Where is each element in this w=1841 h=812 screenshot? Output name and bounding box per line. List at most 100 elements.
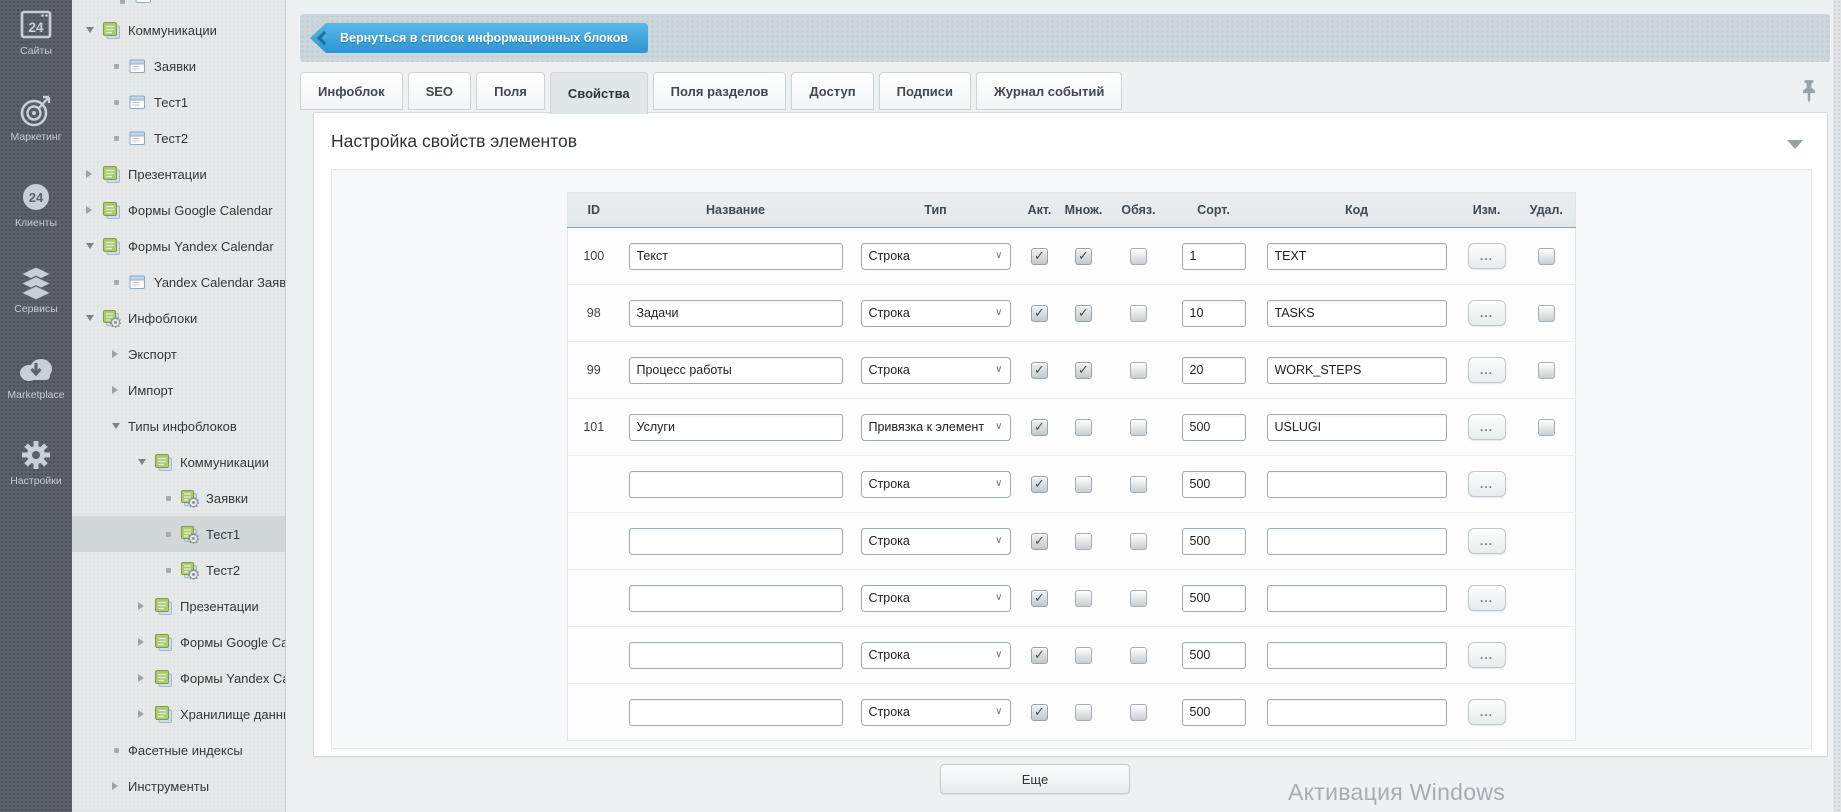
expanded-arrow-icon[interactable] (138, 459, 154, 465)
sort-input[interactable] (1182, 585, 1246, 612)
tree-item-forms-google-calendar[interactable]: Формы Google Calendar (72, 192, 285, 228)
tree-item-zayavki-2[interactable]: Заявки (72, 480, 285, 516)
active-checkbox[interactable]: ✓ (1031, 647, 1048, 664)
collapsed-arrow-icon[interactable] (112, 386, 128, 394)
name-input[interactable] (629, 528, 843, 555)
delete-checkbox[interactable] (1538, 305, 1555, 322)
required-checkbox[interactable] (1130, 248, 1147, 265)
tree-item-test2[interactable]: Тест2 (72, 120, 285, 156)
delete-checkbox[interactable] (1538, 362, 1555, 379)
sort-input[interactable] (1182, 243, 1246, 270)
multiple-checkbox[interactable] (1075, 476, 1092, 493)
edit-button[interactable]: ... (1468, 243, 1506, 269)
expanded-arrow-icon[interactable] (86, 243, 102, 249)
delete-checkbox[interactable] (1538, 419, 1555, 436)
pin-icon[interactable] (1799, 79, 1819, 105)
scrollbar-track[interactable] (1833, 0, 1841, 812)
collapsed-arrow-icon[interactable] (138, 638, 154, 646)
expanded-arrow-icon[interactable] (86, 315, 102, 321)
tree-item-test2-2[interactable]: Тест2 (72, 552, 285, 588)
code-input[interactable] (1267, 642, 1447, 669)
sort-input[interactable] (1182, 414, 1246, 441)
nav-item-settings[interactable]: Настройки (0, 436, 72, 492)
collapsed-arrow-icon[interactable] (86, 170, 102, 178)
name-input[interactable] (629, 585, 843, 612)
name-input[interactable] (629, 357, 843, 384)
type-select[interactable]: Строка∨ (861, 528, 1011, 555)
tree-item-forms-google-2[interactable]: Формы Google Calendar (72, 624, 285, 660)
nav-item-sites[interactable]: 24Сайты (0, 6, 72, 62)
required-checkbox[interactable] (1130, 362, 1147, 379)
sort-input[interactable] (1182, 528, 1246, 555)
type-select[interactable]: Строка∨ (861, 471, 1011, 498)
collapsed-arrow-icon[interactable] (138, 710, 154, 718)
active-checkbox[interactable]: ✓ (1031, 305, 1048, 322)
tree-item-data-storage[interactable]: Хранилище данных (72, 696, 285, 732)
type-select[interactable]: Строка∨ (861, 300, 1011, 327)
code-input[interactable] (1267, 243, 1447, 270)
tree-item-communications[interactable]: Коммуникации (72, 12, 285, 48)
collapsed-arrow-icon[interactable] (112, 782, 128, 790)
active-checkbox[interactable]: ✓ (1031, 362, 1048, 379)
sort-input[interactable] (1182, 300, 1246, 327)
edit-button[interactable]: ... (1468, 642, 1506, 668)
tab-access[interactable]: Доступ (791, 72, 873, 110)
multiple-checkbox[interactable] (1075, 647, 1092, 664)
tab-event-log[interactable]: Журнал событий (976, 72, 1122, 110)
multiple-checkbox[interactable] (1075, 419, 1092, 436)
tab-infoblock[interactable]: Инфоблок (300, 72, 403, 110)
name-input[interactable] (629, 471, 843, 498)
tree-item-infoblock-types[interactable]: Типы инфоблоков (72, 408, 285, 444)
collapsed-arrow-icon[interactable] (86, 206, 102, 214)
sort-input[interactable] (1182, 471, 1246, 498)
edit-button[interactable]: ... (1468, 528, 1506, 554)
edit-button[interactable]: ... (1468, 585, 1506, 611)
tree-item-export[interactable]: Экспорт (72, 336, 285, 372)
required-checkbox[interactable] (1130, 419, 1147, 436)
multiple-checkbox[interactable]: ✓ (1075, 305, 1092, 322)
nav-item-services[interactable]: Сервисы (0, 264, 72, 320)
nav-item-marketplace[interactable]: Marketplace (0, 350, 72, 406)
sort-input[interactable] (1182, 642, 1246, 669)
sort-input[interactable] (1182, 357, 1246, 384)
tree-item-presentations-2[interactable]: Презентации (72, 588, 285, 624)
tree-item-presentations[interactable]: Презентации (72, 156, 285, 192)
multiple-checkbox[interactable] (1075, 590, 1092, 607)
multiple-checkbox[interactable]: ✓ (1075, 248, 1092, 265)
required-checkbox[interactable] (1130, 533, 1147, 550)
type-select[interactable]: Строка∨ (861, 585, 1011, 612)
expanded-arrow-icon[interactable] (112, 423, 128, 429)
name-input[interactable] (629, 642, 843, 669)
edit-button[interactable]: ... (1468, 414, 1506, 440)
active-checkbox[interactable]: ✓ (1031, 248, 1048, 265)
code-input[interactable] (1267, 471, 1447, 498)
tree-item-facet-indexes[interactable]: Фасетные индексы (72, 732, 285, 768)
edit-button[interactable]: ... (1468, 357, 1506, 383)
code-input[interactable] (1267, 300, 1447, 327)
tab-seo[interactable]: SEO (408, 72, 471, 110)
collapse-section-arrow-icon[interactable] (1787, 140, 1803, 149)
active-checkbox[interactable]: ✓ (1031, 590, 1048, 607)
tree-item-zayavki[interactable]: Заявки (72, 48, 285, 84)
required-checkbox[interactable] (1130, 476, 1147, 493)
more-button[interactable]: Еще (940, 764, 1130, 794)
delete-checkbox[interactable] (1538, 248, 1555, 265)
type-select[interactable]: Строка∨ (861, 699, 1011, 726)
active-checkbox[interactable]: ✓ (1031, 533, 1048, 550)
code-input[interactable] (1267, 699, 1447, 726)
multiple-checkbox[interactable]: ✓ (1075, 362, 1092, 379)
tree-item-tools[interactable]: Инструменты (72, 768, 285, 804)
tab-captions[interactable]: Подписи (879, 72, 971, 110)
nav-item-clients[interactable]: 24Клиенты (0, 178, 72, 234)
back-button[interactable]: Вернуться в список информационных блоков (310, 23, 648, 53)
type-select[interactable]: Строка∨ (861, 642, 1011, 669)
name-input[interactable] (629, 243, 843, 270)
required-checkbox[interactable] (1130, 704, 1147, 721)
required-checkbox[interactable] (1130, 590, 1147, 607)
code-input[interactable] (1267, 414, 1447, 441)
active-checkbox[interactable]: ✓ (1031, 419, 1048, 436)
tree-item-communications-2[interactable]: Коммуникации (72, 444, 285, 480)
name-input[interactable] (629, 300, 843, 327)
collapsed-arrow-icon[interactable] (112, 350, 128, 358)
name-input[interactable] (629, 414, 843, 441)
